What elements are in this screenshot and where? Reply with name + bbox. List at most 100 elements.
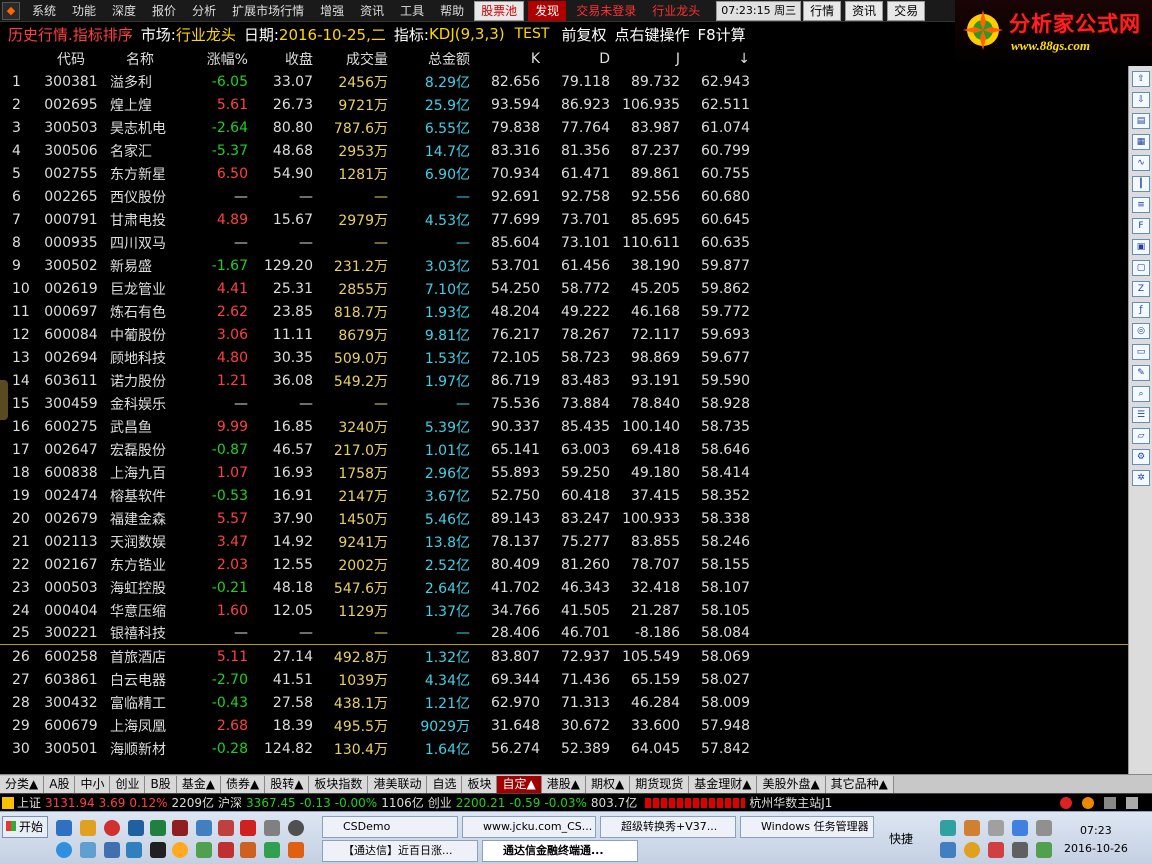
header-d[interactable]: D <box>540 51 610 67</box>
volume-icon[interactable] <box>1012 842 1028 858</box>
link-icon[interactable] <box>1104 796 1116 809</box>
industry-leader-link[interactable]: 行业龙头 <box>644 0 708 22</box>
news-button[interactable]: 资讯 <box>845 0 884 21</box>
tab-17[interactable]: 美股外盘▲ <box>757 775 826 793</box>
hs-name[interactable]: 沪深 <box>218 794 242 811</box>
tab-9[interactable]: 港美联动 <box>368 775 428 793</box>
menu-depth[interactable]: 深度 <box>104 0 144 22</box>
tray-date[interactable]: 2016-10-26 <box>1064 842 1128 855</box>
table-row[interactable]: 12 600084 中葡股份 3.06 11.11 8679万 9.81亿 76.217 78.… <box>0 323 1128 346</box>
app-n-icon[interactable] <box>240 842 256 858</box>
report-icon[interactable]: ▤ <box>1132 113 1150 129</box>
header-close[interactable]: 收盘 <box>248 49 313 69</box>
tab-18[interactable]: 其它品种▲ <box>825 775 894 793</box>
menu-info[interactable]: 资讯 <box>352 0 392 22</box>
line-chart-icon[interactable]: ∿ <box>1132 155 1150 171</box>
file-icon[interactable]: ▣ <box>1132 239 1150 255</box>
header-volume[interactable]: 成交量 <box>313 49 388 69</box>
browser-icon[interactable] <box>56 842 72 858</box>
menu-quote[interactable]: 报价 <box>144 0 184 22</box>
app-h-icon[interactable] <box>80 842 96 858</box>
desktop-icon[interactable] <box>56 820 72 836</box>
word-icon[interactable] <box>128 820 144 836</box>
tab-8[interactable]: 板块指数 <box>309 775 369 793</box>
table-row[interactable]: 2 002695 煌上煌 5.61 26.73 9721万 25.9亿 93.594 86.92… <box>0 93 1128 116</box>
tab-15[interactable]: 期货现货 <box>630 775 690 793</box>
search-icon[interactable]: ⌕ <box>1132 386 1150 402</box>
tab-3[interactable]: 创业 <box>110 775 146 793</box>
menu-analysis[interactable]: 分析 <box>184 0 224 22</box>
header-amount[interactable]: 总金额 <box>388 49 470 69</box>
candle-icon[interactable]: ┃ <box>1132 176 1150 192</box>
doc-icon[interactable]: ▢ <box>1132 260 1150 276</box>
settings-icon[interactable]: ✲ <box>1132 470 1150 486</box>
table-row[interactable]: 25 300221 银禧科技 — — — — 28.406 46.701 -8.186 58.084 <box>0 622 1128 645</box>
sound-icon[interactable] <box>1082 796 1094 809</box>
tab-11[interactable]: 板块 <box>462 775 498 793</box>
trade-button[interactable]: 交易 <box>887 0 926 21</box>
app-icon[interactable]: ◆ <box>2 1 20 20</box>
table-row[interactable]: 19 002474 榕基软件 -0.53 16.91 2147万 3.67亿 52.750 60… <box>0 484 1128 507</box>
app-c-icon[interactable] <box>196 820 212 836</box>
table-row[interactable]: 6 002265 西仪股份 — — — — 92.691 92.758 92.556 60.680 <box>0 185 1128 208</box>
header-sort-arrow-icon[interactable]: ↓ <box>680 51 750 67</box>
edit-icon[interactable]: ✎ <box>1132 365 1150 381</box>
quick-launch-label[interactable]: 快捷 <box>889 830 913 847</box>
app-b-icon[interactable] <box>172 820 188 836</box>
table-row[interactable]: 20 002679 福建金森 5.57 37.90 1450万 5.46亿 89.143 83.… <box>0 507 1128 530</box>
wrench-icon[interactable]: ⚙ <box>1132 449 1150 465</box>
tray-f-icon[interactable] <box>940 842 956 858</box>
table-row[interactable]: 9 300502 新易盛 -1.67 129.20 231.2万 3.03亿 53.701 61… <box>0 254 1128 277</box>
app-k-icon[interactable] <box>150 842 166 858</box>
stock-pool-button[interactable]: 股票池 <box>474 0 525 21</box>
table-row[interactable]: 4 300506 名家汇 -5.37 48.68 2953万 14.7亿 83.316 81.3… <box>0 139 1128 162</box>
tick-icon[interactable]: ≡ <box>1132 197 1150 213</box>
app-i-icon[interactable] <box>104 842 120 858</box>
table-row[interactable]: 14 603611 诺力股份 1.21 36.08 549.2万 1.97亿 86.719 83… <box>0 369 1128 392</box>
menu-tools[interactable]: 工具 <box>392 0 432 22</box>
task-task-manager[interactable]: Windows 任务管理器 <box>740 816 874 838</box>
header-code[interactable]: 代码 <box>40 49 102 69</box>
table-row[interactable]: 8 000935 四川双马 — — — — 85.604 73.101 110.611 60.635 <box>0 231 1128 254</box>
header-j[interactable]: J <box>610 51 680 67</box>
table-row[interactable]: 3 300503 昊志机电 -2.64 80.80 787.6万 6.55亿 79.838 77… <box>0 116 1128 139</box>
task-csdemo[interactable]: CSDemo <box>322 816 458 838</box>
folder-icon[interactable]: ▱ <box>1132 428 1150 444</box>
app-e-icon[interactable] <box>240 820 256 836</box>
tab-0[interactable]: 分类▲ <box>0 775 45 793</box>
menu-system[interactable]: 系统 <box>24 0 64 22</box>
tab-7[interactable]: 股转▲ <box>265 775 310 793</box>
explorer-icon[interactable] <box>80 820 96 836</box>
table-row[interactable]: 15 300459 金科娱乐 — — — —75.536 73.884 78.840 58.928 <box>0 392 1128 415</box>
network-icon[interactable] <box>1036 842 1052 858</box>
tray-g-icon[interactable] <box>964 842 980 858</box>
tray-h-icon[interactable] <box>988 842 1004 858</box>
tab-6[interactable]: 债券▲ <box>220 775 266 793</box>
table-row[interactable]: 23 000503 海虹控股 -0.21 48.18 547.6万 2.64亿 41.702 4… <box>0 576 1128 599</box>
scroll-down-icon[interactable]: ⇩ <box>1132 92 1150 108</box>
table-row[interactable]: 21 002113 天润数娱 3.47 14.92 9241万 13.8亿 78.137 75.… <box>0 530 1128 553</box>
task-tdx-terminal[interactable]: 通达信金融终端通... <box>482 840 638 862</box>
tab-12[interactable]: 自定▲ <box>497 775 542 793</box>
app-a-icon[interactable] <box>104 820 120 836</box>
app-p-icon[interactable] <box>288 842 304 858</box>
tab-14[interactable]: 期权▲ <box>585 775 631 793</box>
tray-d-icon[interactable] <box>1012 820 1028 836</box>
tray-c-icon[interactable] <box>988 820 1004 836</box>
target-icon[interactable]: ◎ <box>1132 323 1150 339</box>
menu-help[interactable]: 帮助 <box>432 0 472 22</box>
tray-e-icon[interactable] <box>1036 820 1052 836</box>
window-icon[interactable]: ▭ <box>1132 344 1150 360</box>
app-o-icon[interactable] <box>264 842 280 858</box>
formula-icon[interactable]: ƒ <box>1132 302 1150 318</box>
grid-icon[interactable]: ▦ <box>1132 134 1150 150</box>
app-l-icon[interactable] <box>196 842 212 858</box>
server-name[interactable]: 杭州华数主站J1 <box>749 794 832 811</box>
table-row[interactable]: 13 002694 顾地科技 4.80 30.35 509.0万 1.53亿 72.105 58… <box>0 346 1128 369</box>
menu-function[interactable]: 功能 <box>64 0 104 22</box>
table-row[interactable]: 11 000697 炼石有色 2.62 23.85 818.7万 1.93亿 48.204 49… <box>0 300 1128 323</box>
fin-icon[interactable]: F <box>1132 218 1150 234</box>
tab-5[interactable]: 基金▲ <box>176 775 221 793</box>
header-k[interactable]: K <box>470 51 540 67</box>
tab-10[interactable]: 自选 <box>427 775 463 793</box>
